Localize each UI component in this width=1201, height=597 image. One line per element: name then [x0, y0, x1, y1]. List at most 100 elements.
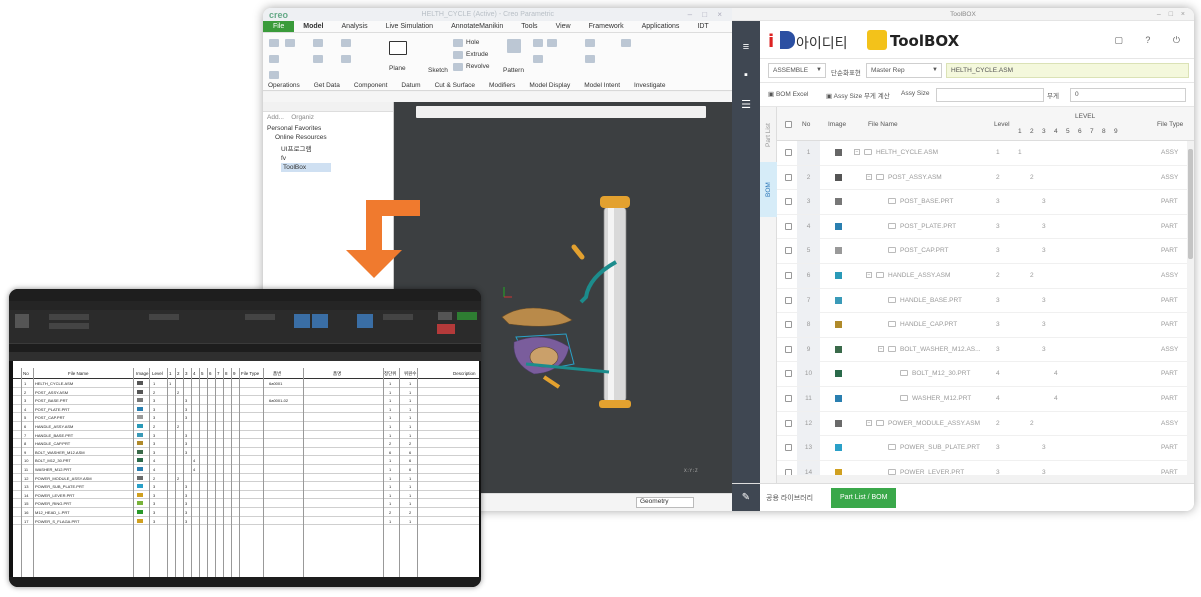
row-checkbox[interactable]: [785, 395, 792, 402]
pattern-icon[interactable]: [507, 39, 521, 53]
shrinkwrap-icon[interactable]: [313, 55, 323, 63]
row-checkbox[interactable]: [785, 444, 792, 452]
horizontal-scrollbar[interactable]: [777, 475, 1187, 483]
tab-applications[interactable]: Applications: [633, 23, 689, 30]
tab-file[interactable]: File: [263, 21, 295, 32]
excel-row[interactable]: 8 HANDLE_CAP.PRT 3 3 2 2: [13, 439, 479, 448]
assy-size-weight-button[interactable]: ▣ Assy Size 무게 계산: [826, 90, 890, 100]
select-all-checkbox[interactable]: [785, 121, 792, 128]
selection-filter-dropdown[interactable]: Geometry: [636, 497, 694, 508]
view-icon[interactable]: [547, 39, 557, 47]
extrude-icon[interactable]: [453, 51, 463, 59]
excel-sheet[interactable]: No File Name Image Level 1 2 3 4 5 6 7 8…: [13, 361, 479, 577]
shade-icon[interactable]: [533, 39, 543, 47]
tree-item-fv[interactable]: fv: [263, 154, 393, 163]
table-row[interactable]: 10 BOLT_M12_30.PRT 4 4 PART: [777, 362, 1187, 387]
tab-tools[interactable]: Tools: [512, 23, 546, 30]
tab-analysis[interactable]: Analysis: [333, 23, 377, 30]
row-checkbox[interactable]: [785, 370, 792, 378]
tab-annotate-manikin[interactable]: AnnotateManikin: [442, 23, 512, 30]
vertical-scrollbar[interactable]: [1187, 141, 1194, 483]
list-icon[interactable]: ☰: [737, 97, 755, 113]
row-checkbox[interactable]: [785, 296, 792, 304]
appearance-icon[interactable]: [533, 55, 543, 63]
plane-icon[interactable]: [389, 41, 407, 55]
weight-input[interactable]: 0: [1070, 88, 1186, 102]
group-cut-surface[interactable]: Cut & Surface: [435, 82, 475, 92]
tree-item-personal-favorites[interactable]: Personal Favorites: [263, 124, 393, 133]
group-model-display[interactable]: Model Display: [529, 82, 570, 92]
excel-row[interactable]: 2 POST_ASSY.ASM 2 2 1 1: [13, 388, 479, 397]
expand-icon[interactable]: −: [866, 173, 872, 180]
excel-row[interactable]: 16 M12_HEAD_L.PRT 3 3 2 2: [13, 508, 479, 517]
relations-icon[interactable]: [585, 55, 595, 63]
assembly-name-field[interactable]: HELTH_CYCLE.ASM: [946, 63, 1189, 78]
pattern-label[interactable]: Pattern: [503, 67, 524, 74]
row-checkbox[interactable]: [785, 419, 792, 427]
excel-row[interactable]: 17 POWER_S_FLAGA.PRT 3 3 1 1: [13, 517, 479, 526]
row-checkbox[interactable]: [785, 272, 792, 279]
excel-row[interactable]: 7 HANDLE_BASE.PRT 3 3 1 1: [13, 431, 479, 440]
sketch-label[interactable]: Sketch: [428, 67, 448, 74]
tree-tab-add[interactable]: Add...: [267, 114, 284, 121]
quick-access-toolbar[interactable]: [263, 92, 732, 102]
edit-icon[interactable]: ✎: [732, 484, 760, 511]
group-component[interactable]: Component: [354, 82, 388, 92]
group-datum[interactable]: Datum: [401, 82, 420, 92]
header-action-icons[interactable]: ▢ ? ⏻: [1114, 35, 1190, 46]
expand-icon[interactable]: −: [878, 345, 884, 352]
assy-size-input[interactable]: [936, 88, 1044, 102]
table-row[interactable]: 6 − HANDLE_ASSY.ASM 2 2 ASSY: [777, 264, 1187, 289]
paste-icon[interactable]: [269, 71, 279, 79]
excel-row[interactable]: 1 HELTH_CYCLE.ASM 1 1 6a0001 1 1: [13, 379, 479, 388]
scrollbar-thumb[interactable]: [1188, 149, 1193, 259]
group-get-data[interactable]: Get Data: [314, 82, 340, 92]
hole-icon[interactable]: [453, 39, 463, 47]
group-modifiers[interactable]: Modifiers: [489, 82, 515, 92]
group-investigate[interactable]: Investigate: [634, 82, 665, 92]
table-row[interactable]: 7 HANDLE_BASE.PRT 3 3 PART: [777, 288, 1187, 314]
tree-item-online-resources[interactable]: Online Resources: [263, 133, 393, 142]
table-row[interactable]: 13 POWER_SUB_PLATE.PRT 3 3 PART: [777, 436, 1187, 461]
row-checkbox[interactable]: [785, 321, 792, 329]
hole-label[interactable]: Hole: [466, 39, 479, 46]
tab-bom[interactable]: BOM: [760, 162, 777, 217]
table-row[interactable]: 3 POST_BASE.PRT 3 3 PART: [777, 190, 1187, 215]
tab-model[interactable]: Model: [294, 23, 332, 30]
tab-view[interactable]: View: [547, 23, 580, 30]
row-checkbox[interactable]: [785, 247, 792, 255]
excel-row[interactable]: 4 POST_PLATE.PRT 3 3 1 1: [13, 405, 479, 414]
copy-icon[interactable]: [269, 55, 279, 63]
excel-row[interactable]: 12 POWER_MODULE_ASSY.ASM 2 2 1 1: [13, 474, 479, 483]
group-model-intent[interactable]: Model Intent: [584, 82, 620, 92]
mode-select[interactable]: ASSEMBLE ▼: [768, 63, 826, 78]
table-row[interactable]: 8 HANDLE_CAP.PRT 3 3 PART: [777, 313, 1187, 338]
delete-icon[interactable]: [285, 39, 295, 47]
tab-live-simulation[interactable]: Live Simulation: [377, 23, 442, 30]
menu-icon[interactable]: ≡: [737, 39, 755, 55]
revolve-label[interactable]: Revolve: [466, 63, 489, 70]
bom-excel-button[interactable]: ▣ BOM Excel: [768, 90, 808, 98]
row-checkbox[interactable]: [785, 198, 792, 206]
row-checkbox[interactable]: [785, 222, 792, 230]
tab-part-list[interactable]: Part List: [760, 115, 777, 155]
group-operations[interactable]: Operations: [268, 82, 300, 92]
excel-row[interactable]: 6 HANDLE_ASSY.ASM 2 2 1 1: [13, 422, 479, 431]
excel-row[interactable]: 14 POWER_LEVER.PRT 3 3 1 1: [13, 491, 479, 500]
row-checkbox[interactable]: [785, 345, 792, 353]
tab-part-list-bom[interactable]: Part List / BOM: [831, 488, 897, 508]
excel-row[interactable]: 9 BOLT_WASHER_M12.ASM 3 3 6 6: [13, 448, 479, 457]
table-row[interactable]: 12 − POWER_MODULE_ASSY.ASM 2 2 ASSY: [777, 411, 1187, 437]
row-checkbox[interactable]: [785, 173, 792, 181]
create-component-icon[interactable]: [341, 55, 351, 63]
toolbox-window-controls[interactable]: – □ ×: [1157, 8, 1188, 21]
assemble-icon[interactable]: [341, 39, 351, 47]
excel-row[interactable]: 10 BOLT_M12_30.PRT 4 4 1 6: [13, 456, 479, 465]
measure-icon[interactable]: [621, 39, 631, 47]
excel-formula-bar[interactable]: [9, 343, 481, 352]
tree-tab-organize[interactable]: Organiz: [291, 114, 314, 121]
table-row[interactable]: 4 POST_PLATE.PRT 3 3 PART: [777, 214, 1187, 240]
rep-select[interactable]: Master Rep ▼: [866, 63, 942, 78]
parameters-icon[interactable]: [585, 39, 595, 47]
expand-icon[interactable]: −: [866, 419, 872, 426]
